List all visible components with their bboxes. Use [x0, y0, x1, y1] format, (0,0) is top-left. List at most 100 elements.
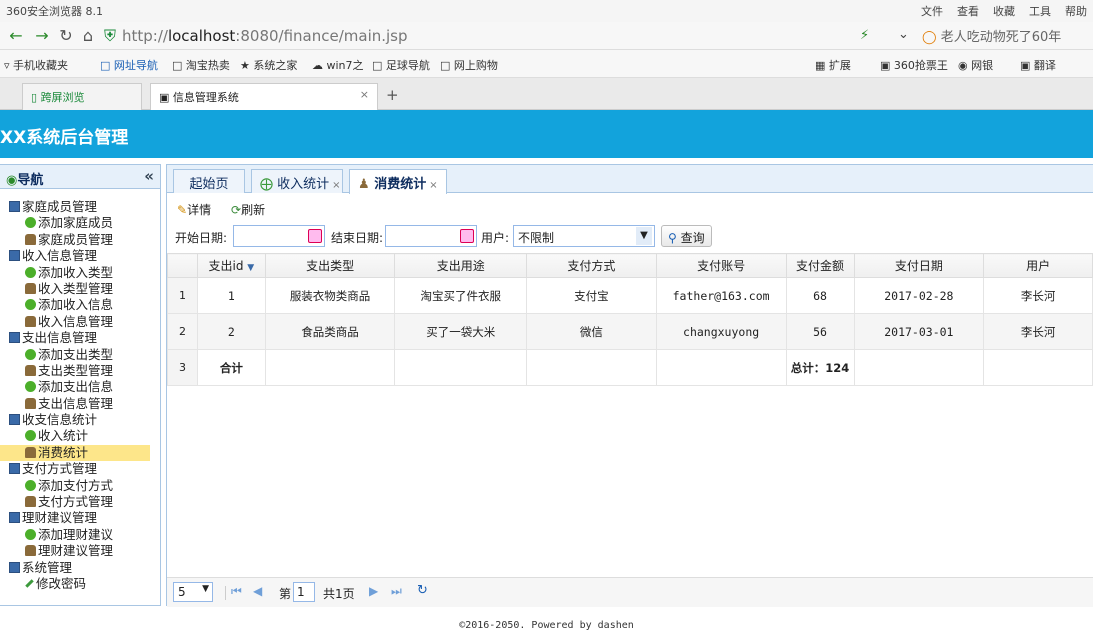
cell-type: 食品类商品 [264, 313, 396, 350]
sidebar-item-label: 支出类型管理 [38, 362, 114, 378]
forward-icon[interactable]: → [32, 26, 52, 46]
fav-mobile[interactable]: ▿ 手机收藏夹 [4, 57, 68, 73]
page-input[interactable]: 1 [293, 582, 315, 602]
sidebar-item[interactable]: 添加收入类型 [0, 265, 158, 281]
menu-view[interactable]: 查看 [957, 3, 979, 19]
query-button[interactable]: ⚲ 查询 [661, 225, 712, 247]
col-header-purpose[interactable]: 支出用途 [394, 253, 528, 278]
prev-page-icon[interactable]: ◀ [253, 584, 262, 598]
sidebar-item[interactable]: 添加收入信息 [0, 297, 158, 313]
sidebar-item-label: 添加收入信息 [38, 297, 114, 313]
sidebar-group[interactable]: 家庭成员管理 [0, 199, 158, 215]
sidebar-item[interactable]: 收入类型管理 [0, 281, 158, 297]
sidebar-group[interactable]: 支出信息管理 [0, 330, 158, 346]
sidebar-item[interactable]: 消费统计 [0, 444, 150, 462]
sidebar-item[interactable]: 支付方式管理 [0, 494, 158, 510]
user-icon [25, 364, 36, 376]
refresh-button[interactable]: ⟳刷新 [231, 201, 265, 218]
page-size-select[interactable]: 5 ▼ [173, 582, 213, 602]
browser-tab-active[interactable]: ▣ 信息管理系统 × [150, 83, 378, 110]
sidebar-item[interactable]: 添加支付方式 [0, 478, 158, 494]
user-select-value: 不限制 [518, 231, 555, 245]
speed-icon[interactable]: ⚡ [860, 28, 869, 43]
col-header-account[interactable]: 支付账号 [655, 253, 787, 278]
url-input[interactable]: http://localhost:8080/finance/main.jsp [122, 25, 852, 47]
end-date-input[interactable] [385, 225, 477, 247]
ext-ticket[interactable]: ▣ 360抢票王 [880, 57, 948, 73]
fav-win7[interactable]: ☁ win7之 [312, 57, 364, 73]
fav-nav[interactable]: □ 网址导航 [100, 57, 158, 73]
fav-taobao[interactable]: □ 淘宝热卖 [172, 57, 230, 73]
col-header-user[interactable]: 用户 [983, 253, 1093, 278]
sidebar-item[interactable]: 修改密码 [0, 576, 158, 592]
tab-home[interactable]: 起始页 [173, 169, 245, 193]
col-header-method[interactable]: 支付方式 [526, 253, 657, 278]
main-panel: 起始页 ⨁ 收入统计 × ♟ 消费统计 × ✎详情 ⟳刷新 开始日期: 结束日期: … [166, 164, 1093, 607]
next-page-icon[interactable]: ▶ [369, 584, 378, 598]
sidebar-item[interactable]: 添加家庭成员 [0, 215, 158, 231]
search-input[interactable]: ◯ 老人吃动物死了60年 [922, 26, 1092, 46]
cell-type: 服装衣物类商品 [264, 277, 396, 314]
col-header-amount[interactable]: 支付金额 [785, 253, 855, 278]
sidebar-item[interactable]: 家庭成员管理 [0, 232, 158, 248]
sidebar-group[interactable]: 支付方式管理 [0, 461, 158, 477]
reload-icon[interactable]: ↻ [56, 26, 76, 46]
sidebar-item[interactable]: 支出信息管理 [0, 396, 158, 412]
new-tab-button[interactable]: + [386, 86, 399, 104]
tab-close-icon[interactable]: × [360, 88, 369, 101]
sidebar-group[interactable]: 系统管理 [0, 560, 158, 576]
home-icon[interactable]: ⌂ [78, 26, 98, 46]
fav-system[interactable]: ★ 系统之家 [240, 57, 297, 73]
sidebar-item[interactable]: 收入统计 [0, 428, 158, 444]
ext-extensions[interactable]: ▦ 扩展 [815, 57, 851, 73]
menu-file[interactable]: 文件 [921, 3, 943, 19]
tab-close-icon[interactable]: × [429, 180, 437, 191]
sidebar-item[interactable]: 收入信息管理 [0, 314, 158, 330]
menu-favorites[interactable]: 收藏 [993, 3, 1015, 19]
tab-expense-stats[interactable]: ♟ 消费统计 × [349, 169, 447, 194]
ext-bank[interactable]: ◉ 网银 [958, 57, 993, 73]
start-date-input[interactable] [233, 225, 325, 247]
sidebar-group[interactable]: 收支信息统计 [0, 412, 158, 428]
last-page-icon[interactable]: ⏭ [391, 584, 402, 599]
tab-income-stats[interactable]: ⨁ 收入统计 × [251, 169, 343, 193]
collapse-icon[interactable]: « [144, 167, 154, 185]
sidebar-group[interactable]: 理财建议管理 [0, 510, 158, 526]
chevron-down-icon[interactable]: ⌄ [898, 27, 909, 42]
col-header-id[interactable]: 支出id ▼ [196, 253, 266, 278]
user-icon: ♟ [358, 177, 370, 192]
sidebar-item-label: 收入统计 [38, 428, 89, 444]
first-page-icon[interactable]: ⏮ [231, 584, 242, 599]
add-icon [25, 217, 36, 229]
sidebar-item[interactable]: 添加支出信息 [0, 379, 158, 395]
sidebar-group-label: 收入信息管理 [22, 248, 98, 264]
calendar-icon[interactable] [308, 229, 322, 243]
back-icon[interactable]: ← [6, 26, 26, 46]
sidebar-item-label: 添加支出类型 [38, 346, 114, 362]
table-row[interactable]: 1 1 服装衣物类商品 淘宝买了件衣服 支付宝 father@163.com 6… [167, 277, 1093, 314]
fav-football[interactable]: □ 足球导航 [372, 57, 430, 73]
sidebar-group[interactable]: 收入信息管理 [0, 248, 158, 264]
tab-close-icon[interactable]: × [332, 180, 340, 191]
sidebar-group-label: 系统管理 [22, 559, 73, 575]
browser-tab-screen[interactable]: ▯ 跨屏浏览 [22, 83, 142, 110]
detail-button[interactable]: ✎详情 [177, 201, 211, 218]
sidebar-item[interactable]: 理财建议管理 [0, 543, 158, 559]
user-icon [25, 446, 36, 458]
table-row[interactable]: 2 2 食品类商品 买了一袋大米 微信 changxuyong 56 2017-… [167, 313, 1093, 350]
col-header-date[interactable]: 支付日期 [853, 253, 985, 278]
sidebar-item[interactable]: 添加理财建议 [0, 527, 158, 543]
ext-translate[interactable]: ▣ 翻译 [1020, 57, 1056, 73]
refresh-icon[interactable]: ↻ [417, 583, 428, 598]
menu-help[interactable]: 帮助 [1065, 3, 1087, 19]
sidebar-item-label: 支付方式管理 [38, 494, 114, 510]
sidebar-item[interactable]: 添加支出类型 [0, 347, 158, 363]
fav-shopping[interactable]: □ 网上购物 [440, 57, 498, 73]
sidebar-item[interactable]: 支出类型管理 [0, 363, 158, 379]
menu-tools[interactable]: 工具 [1029, 3, 1051, 19]
user-select[interactable]: 不限制 ▼ [513, 225, 655, 247]
calendar-icon[interactable] [460, 229, 474, 243]
col-header-type[interactable]: 支出类型 [264, 253, 396, 278]
chevron-down-icon[interactable]: ▼ [636, 227, 652, 245]
cell-id: 2 [196, 313, 266, 350]
